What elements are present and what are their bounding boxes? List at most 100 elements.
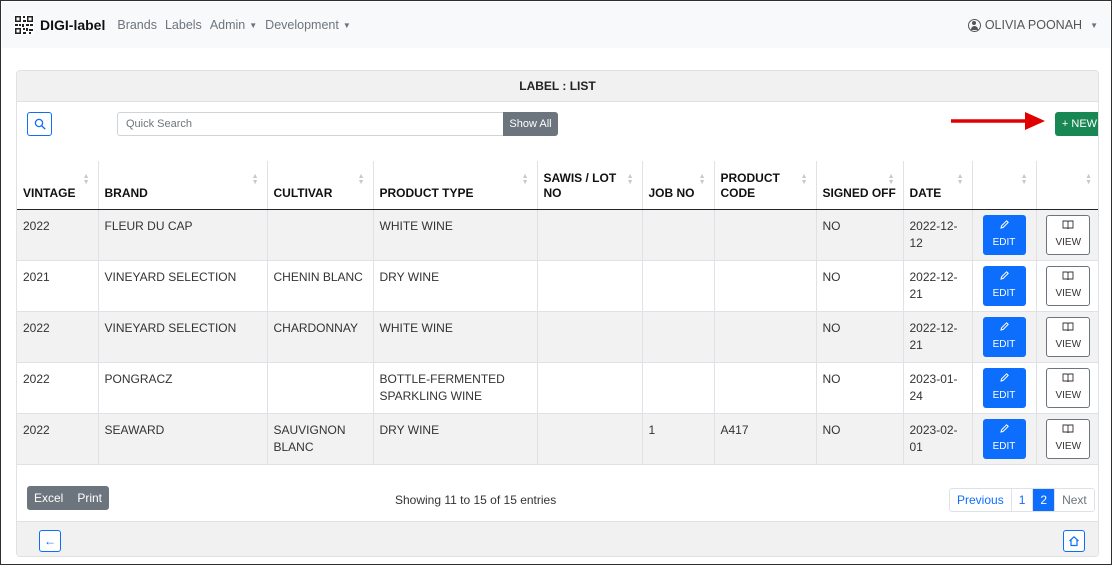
app-window: DIGI-label Brands Labels Admin ▼ Developm… [0, 0, 1112, 565]
pencil-icon [999, 219, 1010, 233]
cell-vintage: 2022 [17, 209, 98, 261]
quick-search-input[interactable] [117, 112, 506, 136]
cell-product-type: WHITE WINE [372, 209, 537, 261]
cell-job-no: 1 [641, 413, 714, 465]
cell-vintage: 2022 [17, 311, 98, 363]
column-header-job-no[interactable]: JOB NO ▲ ▼ [641, 161, 714, 210]
cell-cultivar [266, 362, 373, 414]
edit-button[interactable]: EDIT [982, 214, 1026, 255]
cell-product-type: DRY WINE [372, 260, 537, 312]
cell-job-no [641, 362, 714, 414]
cell-sawis-lot-no [536, 413, 642, 465]
pencil-icon [999, 372, 1010, 386]
cell-date: 2023-01-24 [902, 362, 972, 414]
card-footer: ← [17, 521, 1098, 556]
back-button[interactable]: ← [39, 530, 61, 552]
print-button[interactable]: Print [70, 491, 109, 505]
header-label: SAWIS / LOT NO [543, 170, 617, 200]
column-header-signed-off[interactable]: SIGNED OFF ▲ ▼ [815, 161, 903, 210]
cell-sawis-lot-no [536, 209, 642, 261]
cell-product-code [713, 311, 816, 363]
column-header-cultivar[interactable]: CULTIVAR ▲ ▼ [266, 161, 373, 210]
cell-edit: EDIT [971, 362, 1036, 414]
column-header-vintage[interactable]: VINTAGE ▲ ▼ [17, 161, 98, 210]
view-button[interactable]: VIEW [1046, 418, 1091, 459]
column-header-sawis-lot-no[interactable]: SAWIS / LOT NO ▲ ▼ [536, 161, 642, 210]
cell-sawis-lot-no [536, 362, 642, 414]
sort-icon: ▲ ▼ [800, 173, 808, 186]
edit-button[interactable]: EDIT [982, 418, 1026, 459]
column-header-view[interactable]: ▲ ▼ [1035, 161, 1098, 210]
new-label-button[interactable]: + NEW [1055, 112, 1098, 136]
cell-product-code [713, 362, 816, 414]
cell-product-type: BOTTLE-FERMENTED SPARKLING WINE [372, 362, 537, 414]
cell-cultivar: CHENIN BLANC [266, 260, 373, 312]
edit-button[interactable]: EDIT [982, 367, 1026, 408]
view-button[interactable]: VIEW [1046, 316, 1091, 357]
pagination-previous[interactable]: Previous [950, 489, 1011, 511]
column-header-product-code[interactable]: PRODUCT CODE ▲ ▼ [713, 161, 816, 210]
table-row: 2021 VINEYARD SELECTION CHENIN BLANC DRY WI… [17, 260, 1098, 312]
nav-labels[interactable]: Labels [165, 18, 202, 32]
column-header-product-type[interactable]: PRODUCT TYPE ▲ ▼ [372, 161, 537, 210]
home-button[interactable] [1063, 530, 1085, 552]
cell-product-code [713, 209, 816, 261]
column-header-date[interactable]: DATE ▲ ▼ [902, 161, 972, 210]
nav-brands[interactable]: Brands [117, 18, 157, 32]
nav-development-dropdown[interactable]: Development ▼ [265, 18, 351, 32]
table-header-row: VINTAGE ▲ ▼ BRAND ▲ ▼ CULTIVAR ▲ ▼ PRODUCT TYP… [17, 161, 1098, 210]
view-button[interactable]: VIEW [1046, 367, 1091, 408]
view-button[interactable]: VIEW [1046, 214, 1091, 255]
cell-job-no [641, 209, 714, 261]
edit-label: EDIT [992, 236, 1016, 248]
view-button[interactable]: VIEW [1046, 265, 1091, 306]
pencil-icon [999, 270, 1010, 284]
cell-signed-off: NO [815, 362, 903, 414]
pagination-page-1[interactable]: 1 [1010, 489, 1033, 511]
edit-button[interactable]: EDIT [982, 316, 1026, 357]
pagination-page-2[interactable]: 2 [1032, 489, 1055, 511]
header-label: SIGNED OFF [822, 185, 896, 200]
cell-date: 2022-12-21 [902, 311, 972, 363]
edit-button[interactable]: EDIT [982, 265, 1026, 306]
export-button-group: Excel Print [27, 486, 110, 510]
edit-label: EDIT [992, 389, 1016, 401]
label-list-card: LABEL : LIST Show All + NEW [16, 70, 1099, 557]
user-menu[interactable]: OLIVIA POONAH ▼ [967, 18, 1098, 32]
brand[interactable]: DIGI-label [14, 15, 105, 35]
header-label: CULTIVAR [273, 185, 333, 200]
column-header-edit[interactable]: ▲ ▼ [971, 161, 1036, 210]
nav-admin-dropdown[interactable]: Admin ▼ [210, 18, 257, 32]
book-icon [1062, 372, 1074, 386]
view-label: VIEW [1055, 236, 1082, 248]
cell-vintage: 2021 [17, 260, 98, 312]
cell-product-code: A417 [713, 413, 816, 465]
cell-signed-off: NO [815, 311, 903, 363]
toolbar: Show All + NEW [17, 102, 1098, 160]
column-header-brand[interactable]: BRAND ▲ ▼ [97, 161, 267, 210]
pagination-next[interactable]: Next [1054, 489, 1094, 511]
cell-date: 2023-02-01 [902, 413, 972, 465]
home-icon [1069, 536, 1079, 547]
pagination: Previous 1 2 Next [949, 488, 1095, 512]
cell-cultivar: SAUVIGNON BLANC [266, 413, 373, 465]
book-icon [1062, 270, 1074, 284]
pencil-icon [999, 321, 1010, 335]
cell-sawis-lot-no [536, 260, 642, 312]
show-all-button[interactable]: Show All [503, 112, 558, 136]
sort-icon: ▲ ▼ [82, 173, 90, 186]
table-row: 2022 PONGRACZ BOTTLE-FERMENTED SPARKLING W… [17, 362, 1098, 414]
cell-view: VIEW [1035, 362, 1098, 414]
qr-logo-icon [14, 15, 34, 35]
cell-cultivar: CHARDONNAY [266, 311, 373, 363]
cell-edit: EDIT [971, 311, 1036, 363]
search-button[interactable] [27, 112, 52, 136]
cell-cultivar [266, 209, 373, 261]
nav-development-label: Development [265, 18, 339, 32]
excel-button[interactable]: Excel [27, 491, 70, 505]
cell-signed-off: NO [815, 413, 903, 465]
caret-down-icon: ▼ [342, 20, 351, 30]
cell-product-type: DRY WINE [372, 413, 537, 465]
cell-edit: EDIT [971, 260, 1036, 312]
entries-info: Showing 11 to 15 of 15 entries [395, 493, 557, 507]
